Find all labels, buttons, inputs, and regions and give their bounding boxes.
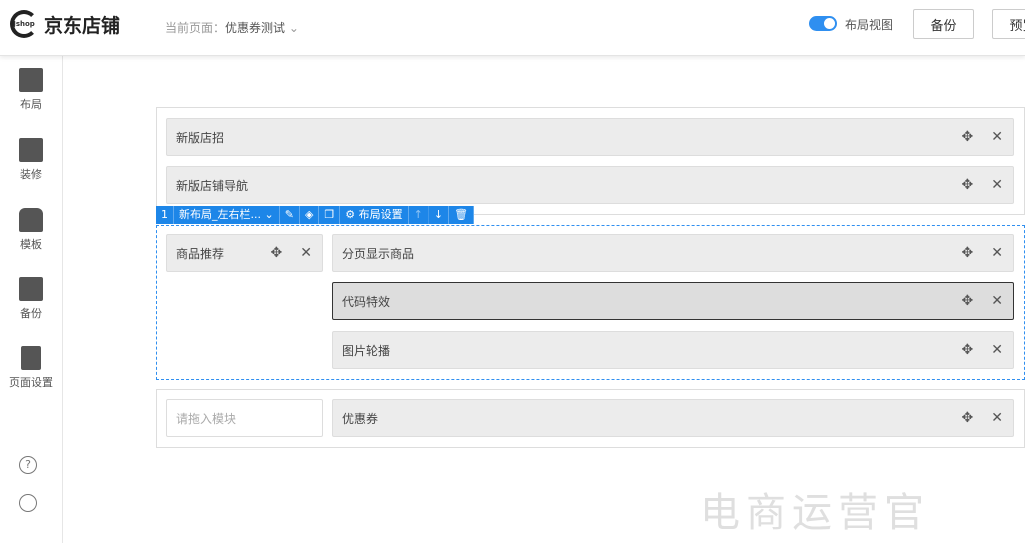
jshop-logo-icon: Jshop <box>10 10 38 38</box>
watermark: 电商运营官 <box>700 490 930 536</box>
move-icon[interactable]: ✥ <box>962 129 974 145</box>
move-icon[interactable]: ✥ <box>962 342 974 358</box>
move-icon[interactable]: ✥ <box>962 245 974 261</box>
backup-button[interactable]: 备份 <box>913 9 974 39</box>
module-shop-sign[interactable]: 新版店招 ✥ ✕ <box>166 118 1014 156</box>
current-page-selector[interactable]: 当前页面：优惠券测试 ⌄ <box>165 19 299 36</box>
move-icon[interactable]: ✥ <box>271 245 283 261</box>
move-icon[interactable]: ✥ <box>962 410 974 426</box>
tshirt-icon <box>19 208 43 232</box>
close-icon[interactable]: ✕ <box>991 177 1003 193</box>
toggle-label: 布局视图 <box>845 18 894 32</box>
sidebar-item-backup[interactable]: 备份 <box>0 277 62 321</box>
copy-icon[interactable]: ❐ <box>319 206 341 224</box>
close-icon[interactable]: ✕ <box>991 129 1003 145</box>
move-icon[interactable]: ✥ <box>962 177 974 193</box>
trash-icon[interactable]: 🗑 <box>449 206 475 224</box>
layout-settings-button[interactable]: ⚙ 布局设置 <box>340 206 409 224</box>
help-icon[interactable]: ? <box>19 456 37 474</box>
page-settings-icon <box>21 346 41 370</box>
module-shop-nav[interactable]: 新版店铺导航 ✥ ✕ <box>166 166 1014 204</box>
close-icon[interactable]: ✕ <box>991 245 1003 261</box>
layout-view-toggle[interactable] <box>809 16 837 31</box>
module-image-carousel[interactable]: 图片轮播 ✥ ✕ <box>332 331 1014 369</box>
sidebar: 布局 装修 模板 备份 页面设置 ? <box>0 56 63 543</box>
layout-icon <box>19 68 43 92</box>
close-icon[interactable]: ✕ <box>300 245 312 261</box>
drop-placeholder[interactable]: 请拖入模块 <box>166 399 323 437</box>
layout-toolbar: 1 新布局_左右栏... ⌄ ✎ ◈ ❐ ⚙ 布局设置 ↑ ↓ 🗑 <box>156 206 475 224</box>
module-coupon[interactable]: 优惠券 ✥ ✕ <box>332 399 1014 437</box>
layout-index: 1 <box>156 206 174 224</box>
move-icon[interactable]: ✥ <box>962 293 974 309</box>
paint-roller-icon <box>19 138 43 162</box>
logo: Jshop 京东店铺 <box>10 10 120 38</box>
move-up-icon[interactable]: ↑ <box>409 206 429 224</box>
sidebar-item-template[interactable]: 模板 <box>0 208 62 252</box>
backup-icon <box>19 277 43 301</box>
close-icon[interactable]: ✕ <box>991 410 1003 426</box>
header: Jshop 京东店铺 当前页面：优惠券测试 ⌄ 布局视图 备份 预览 <box>0 0 1025 56</box>
fill-icon[interactable]: ◈ <box>300 206 320 224</box>
module-product-recommend[interactable]: 商品推荐 ✥ ✕ <box>166 234 323 272</box>
logo-text: 京东店铺 <box>44 14 121 37</box>
move-down-icon[interactable]: ↓ <box>429 206 450 224</box>
sidebar-item-decorate[interactable]: 装修 <box>0 138 62 182</box>
preview-button[interactable]: 预览 <box>992 9 1025 39</box>
layout-name-dropdown[interactable]: 新布局_左右栏... ⌄ <box>174 206 280 224</box>
chevron-down-icon: ⌄ <box>288 21 299 35</box>
sidebar-item-layout[interactable]: 布局 <box>0 68 62 112</box>
close-icon[interactable]: ✕ <box>991 342 1003 358</box>
module-paged-products[interactable]: 分页显示商品 ✥ ✕ <box>332 234 1014 272</box>
headset-icon[interactable] <box>19 494 37 512</box>
close-icon[interactable]: ✕ <box>991 293 1003 309</box>
edit-icon[interactable]: ✎ <box>280 206 300 224</box>
sidebar-item-page-settings[interactable]: 页面设置 <box>0 346 62 390</box>
module-code-effects[interactable]: 代码特效 ✥ ✕ <box>332 282 1014 320</box>
